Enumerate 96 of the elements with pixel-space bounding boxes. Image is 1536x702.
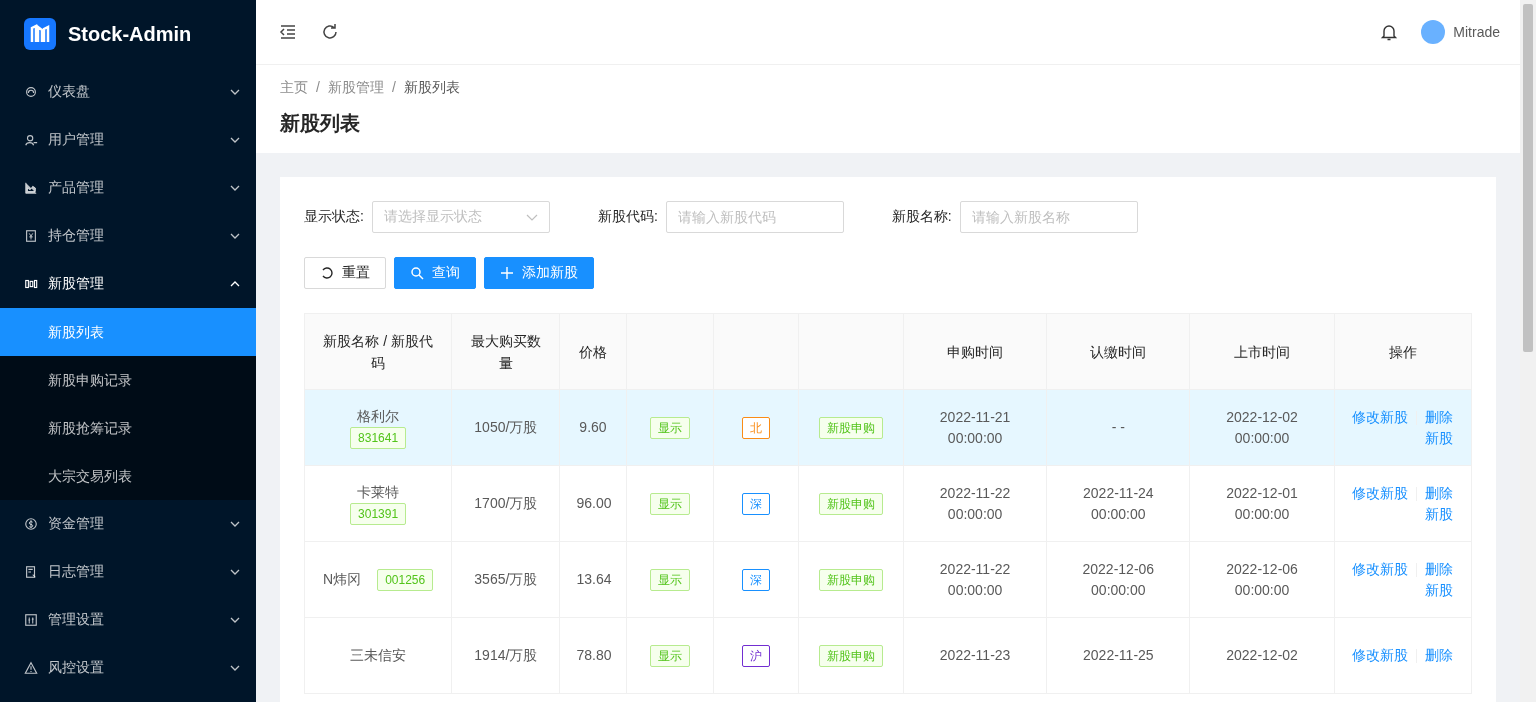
sidebar-menu-item[interactable]: 持仓管理 [0,212,256,260]
logo-icon [24,18,56,50]
warning-icon [24,661,38,675]
chevron-down-icon [230,519,240,529]
chevron-down-icon [230,231,240,241]
dashboard-icon [24,85,38,99]
table-cell: 2022-12-01 00:00:00 [1189,465,1335,542]
breadcrumb-link[interactable]: 新股管理 [327,79,384,97]
stock-name: 格利尔 [357,407,400,426]
chevron-down-icon [230,615,240,625]
sidebar-menu-item[interactable]: 资金管理 [0,500,256,548]
type-tag: 新股申购 [818,568,883,591]
document-icon [24,229,38,243]
chevron-down-icon [230,87,240,97]
field-label: 新股代码: [597,208,658,226]
column-header: 最大购买数量 [451,313,560,390]
stock-code-tag: 831641 [350,427,407,449]
table-cell: 2022-11-23 [903,617,1047,694]
username[interactable]: Mitrade [1453,24,1500,40]
status-tag: 显示 [649,568,690,591]
app-logo-text: Stock-Admin [68,22,192,46]
table-cell: 78.80 [559,617,627,694]
dollar-icon [24,517,38,531]
column-header: 操作 [1334,313,1472,390]
table-cell: 96.00 [559,465,627,542]
status-tag: 显示 [649,492,690,515]
menu-fold-icon[interactable] [278,22,298,42]
search-icon [410,266,424,280]
scrollbar[interactable] [1520,0,1536,702]
sidebar-menu-item[interactable]: 新股管理 [0,260,256,308]
table-cell: 1700/万股 [451,465,560,542]
sidebar-menu-item[interactable]: 用户管理 [0,116,256,164]
input-field[interactable]: 请输入新股代码 [665,201,844,233]
breadcrumb-link[interactable]: 主页 [280,79,308,97]
breadcrumb-separator: / [391,79,396,97]
type-tag: 新股申购 [818,644,883,667]
reset-icon [320,266,334,280]
stock-name: 三未信安 [350,646,407,665]
table-cell: 2022-12-02 [1189,617,1335,694]
stock-code-tag: 301391 [350,503,407,525]
status-tag: 显示 [649,416,690,439]
exchange-tag: 北 [741,416,770,439]
table-cell: 2022-11-22 00:00:00 [903,541,1047,618]
table-cell: 2022-11-21 00:00:00 [903,389,1047,466]
chart-icon [24,181,38,195]
log-icon [24,565,38,579]
breadcrumb-separator: / [316,79,320,97]
reload-icon[interactable] [320,22,340,42]
table-cell: 9.60 [559,389,627,466]
table-cell: 2022-12-02 00:00:00 [1189,389,1335,466]
table-cell: 3565/万股 [451,541,560,618]
chevron-down-icon [230,135,240,145]
sidebar-menu-item[interactable]: 日志管理 [0,548,256,596]
table-cell: 1914/万股 [451,617,560,694]
status-tag: 显示 [649,644,690,667]
table-cell: 2022-12-06 00:00:00 [1189,541,1335,618]
field-label: 显示状态: [304,208,364,226]
table-cell: 1050/万股 [451,389,560,466]
stock-code-tag: 001256 [377,568,434,591]
chevron-down-icon [230,183,240,193]
sidebar-menu-item[interactable]: 风控设置 [0,644,256,692]
settings-icon [24,613,38,627]
sidebar-submenu-item[interactable]: 新股申购记录 [0,356,256,404]
table-cell: - - [1046,389,1190,466]
bars-icon [24,277,38,291]
reset-button[interactable]: 重置 [304,257,386,289]
table-cell: 2022-12-06 00:00:00 [1046,541,1190,618]
exchange-tag: 深 [741,492,770,515]
sidebar-menu-item[interactable]: 产品管理 [0,164,256,212]
stock-name: 卡莱特 [357,483,400,502]
stock-name: N炜冈 [323,570,362,589]
sidebar-menu-item[interactable]: 仪表盘 [0,68,256,116]
exchange-tag: 深 [741,568,770,591]
type-tag: 新股申购 [818,416,883,439]
field-label: 新股名称: [891,208,952,226]
exchange-tag: 沪 [741,644,770,667]
column-header: 价格 [559,313,627,390]
sidebar-submenu-item[interactable]: 新股抢筹记录 [0,404,256,452]
users-icon [24,133,38,147]
column-header: 上市时间 [1189,313,1335,390]
chevron-up-icon [230,279,240,289]
table-cell: 2022-11-22 00:00:00 [903,465,1047,542]
type-tag: 新股申购 [818,492,883,515]
sidebar-submenu-item[interactable]: 大宗交易列表 [0,452,256,500]
column-header: 认缴时间 [1046,313,1190,390]
column-header: 新股名称 / 新股代码 [304,313,452,390]
chevron-down-icon [230,663,240,673]
input-field[interactable]: 请输入新股名称 [959,201,1138,233]
chevron-down-icon [230,567,240,577]
sidebar-menu-item[interactable]: 管理设置 [0,596,256,644]
column-header: 申购时间 [903,313,1047,390]
table-cell: 13.64 [559,541,627,618]
plus-icon [500,266,514,280]
table-cell: 2022-11-25 [1046,617,1190,694]
table-cell: 2022-11-24 00:00:00 [1046,465,1190,542]
page-title: 新股列表 [280,111,361,136]
